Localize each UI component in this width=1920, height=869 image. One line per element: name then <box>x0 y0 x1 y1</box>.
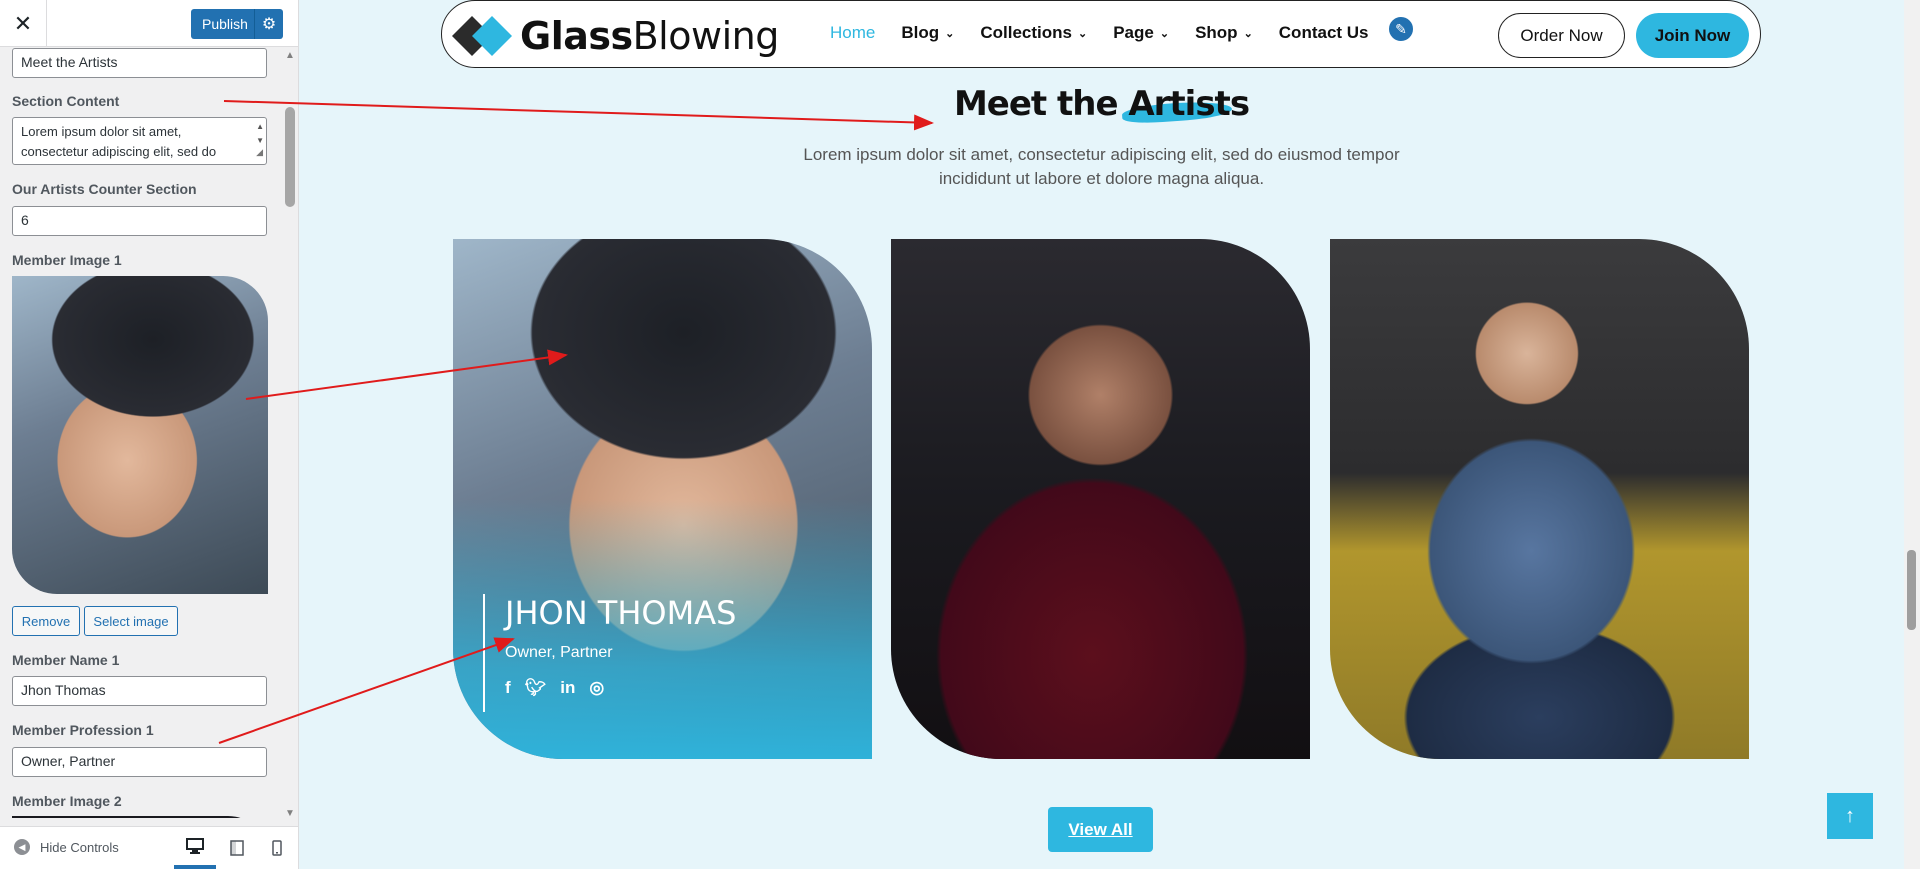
chevron-down-icon: ⌄ <box>1159 27 1170 40</box>
section-content-textarea[interactable]: Lorem ipsum dolor sit amet, consectetur … <box>12 117 267 165</box>
nav-item-blog[interactable]: Blog ⌄ <box>901 23 954 43</box>
member-profession1-input[interactable]: Owner, Partner <box>12 747 267 777</box>
nav-item-page[interactable]: Page ⌄ <box>1113 23 1169 43</box>
desktop-icon <box>186 838 204 854</box>
counter-input[interactable]: 6 <box>12 206 267 236</box>
collapse-arrow-icon: ◀ <box>14 839 30 855</box>
tablet-preview-button[interactable] <box>216 827 258 869</box>
artist-card[interactable] <box>891 239 1310 759</box>
publish-button[interactable]: Publish ⚙ <box>191 9 283 39</box>
nav-item-collections[interactable]: Collections ⌄ <box>980 23 1087 43</box>
section-title-input[interactable]: Meet the Artists <box>12 48 267 78</box>
remove-image-button[interactable]: Remove <box>12 606 80 636</box>
facebook-icon[interactable]: f <box>505 678 511 698</box>
artist-card[interactable] <box>1330 239 1749 759</box>
artist-card[interactable]: JHON THOMAS Owner, Partner f 🐦︎ in ◎ <box>453 239 872 759</box>
linkedin-icon[interactable]: in <box>560 678 575 698</box>
section-content-text: Lorem ipsum dolor sit amet, consectetur … <box>21 124 217 159</box>
artist-photo <box>891 239 1310 759</box>
pencil-icon: ✎ <box>1395 20 1407 37</box>
member-socials: f 🐦︎ in ◎ <box>505 678 736 698</box>
close-icon: ✕ <box>13 10 33 36</box>
arrow-up-icon: ↑ <box>1845 804 1855 827</box>
join-now-button[interactable]: Join Now <box>1636 13 1749 58</box>
logo-diamond-icon <box>452 16 512 56</box>
mobile-icon <box>272 840 282 856</box>
back-to-top-button[interactable]: ↑ <box>1827 793 1873 839</box>
hide-controls-button[interactable]: ◀ Hide Controls <box>14 839 119 855</box>
member-name: JHON THOMAS <box>505 594 737 632</box>
chevron-down-icon: ⌄ <box>1243 27 1253 40</box>
member-image2-preview[interactable] <box>12 816 268 818</box>
close-customizer-button[interactable]: ✕ <box>0 0 47 47</box>
resize-grip-icon[interactable]: ◢ <box>256 142 263 162</box>
main-nav: Home Blog ⌄ Collections ⌄ Page ⌄ Shop ⌄ Cont… <box>830 23 1369 43</box>
customizer-footer: ◀ Hide Controls <box>0 826 298 869</box>
member-profession1-label: Member Profession 1 <box>12 722 154 738</box>
member-image2-label: Member Image 2 <box>12 793 122 809</box>
member-info: JHON THOMAS Owner, Partner f 🐦︎ in ◎ <box>483 594 736 712</box>
desktop-preview-button[interactable] <box>174 827 216 869</box>
site-preview: GlassBlowing Home Blog ⌄ Collections ⌄ Pag… <box>299 0 1904 869</box>
instagram-icon[interactable]: ◎ <box>589 678 604 698</box>
site-header: GlassBlowing Home Blog ⌄ Collections ⌄ Pag… <box>441 0 1761 68</box>
customizer-controls: Meet the Artists Section Content Lorem i… <box>0 47 282 818</box>
order-now-button[interactable]: Order Now <box>1498 13 1625 58</box>
hide-controls-label: Hide Controls <box>40 839 119 855</box>
mobile-preview-button[interactable] <box>256 827 298 869</box>
member-profession: Owner, Partner <box>505 644 613 661</box>
nav-item-contact[interactable]: Contact Us <box>1279 23 1369 43</box>
edit-shortcut-button[interactable]: ✎ <box>1387 15 1415 43</box>
nav-label: Collections <box>980 23 1072 42</box>
section-description: Lorem ipsum dolor sit amet, consectetur … <box>803 145 1400 188</box>
section-title: Meet the Artists <box>953 84 1250 124</box>
nav-item-home[interactable]: Home <box>830 23 875 43</box>
preview-scrollbar[interactable] <box>1904 0 1920 869</box>
customizer-header: ✕ Publish ⚙ <box>0 0 298 47</box>
member-name1-label: Member Name 1 <box>12 652 120 668</box>
preview-scroll-thumb[interactable] <box>1907 550 1916 630</box>
twitter-icon[interactable]: 🐦︎ <box>525 678 547 698</box>
scroll-down-icon[interactable]: ▼ <box>282 808 298 819</box>
nav-label: Contact Us <box>1278 23 1369 42</box>
tablet-icon <box>230 840 244 856</box>
nav-item-shop[interactable]: Shop ⌄ <box>1195 23 1253 43</box>
select-image-button[interactable]: Select image <box>84 606 178 636</box>
member-image1-preview[interactable] <box>12 276 268 594</box>
nav-label: Blog <box>901 23 940 42</box>
counter-label: Our Artists Counter Section <box>12 181 197 197</box>
logo-text: GlassBlowing <box>520 14 779 58</box>
site-logo[interactable]: GlassBlowing <box>452 13 779 59</box>
nav-label: Shop <box>1195 23 1238 42</box>
view-all-button[interactable]: View All <box>1048 807 1153 852</box>
nav-label: Page <box>1113 23 1154 42</box>
section-content-label: Section Content <box>12 93 120 109</box>
gear-icon[interactable]: ⚙ <box>254 9 283 39</box>
scroll-up-icon[interactable]: ▲ <box>282 50 298 61</box>
publish-label: Publish <box>202 16 248 32</box>
member-image1-label: Member Image 1 <box>12 252 122 268</box>
nav-label: Home <box>830 23 876 42</box>
artist-photo <box>1330 239 1749 759</box>
chevron-down-icon: ⌄ <box>945 27 955 40</box>
sidebar-scroll-thumb[interactable] <box>285 107 295 207</box>
customizer-sidebar: ✕ Publish ⚙ Meet the Artists Section Con… <box>0 0 299 869</box>
chevron-down-icon: ⌄ <box>1077 27 1088 40</box>
member-name1-input[interactable]: Jhon Thomas <box>12 676 267 706</box>
